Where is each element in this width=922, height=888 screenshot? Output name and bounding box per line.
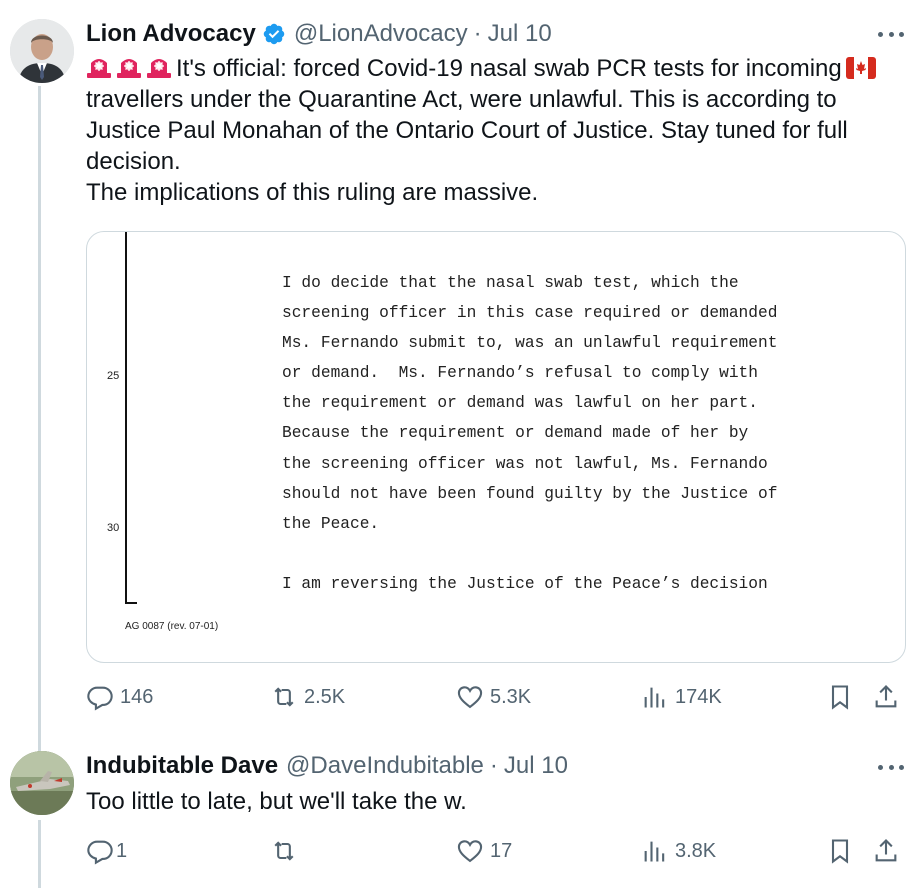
- like-count: 5.3K: [490, 685, 532, 708]
- tweet-actions: 1 17 3.8K: [86, 834, 906, 868]
- tweet-date[interactable]: Jul 10: [504, 752, 568, 780]
- tweet-date[interactable]: Jul 10: [488, 20, 552, 48]
- author-handle[interactable]: @DaveIndubitable: [286, 752, 484, 780]
- view-count: 174K: [675, 685, 722, 708]
- tweet-header: Indubitable Dave @DaveIndubitable · Jul …: [86, 750, 568, 782]
- avatar-photo: [10, 19, 74, 83]
- separator-dot: ·: [473, 20, 482, 47]
- reply-button[interactable]: 146: [86, 680, 153, 714]
- heart-icon: [457, 686, 483, 709]
- canada-flag-emoji: [845, 57, 876, 79]
- document-line: screening officer in this case required …: [282, 304, 778, 323]
- heart-icon: [457, 840, 483, 863]
- repost-button[interactable]: [270, 834, 304, 868]
- author-name[interactable]: Lion Advocacy: [86, 20, 256, 48]
- tweet-text-body: travellers under the Quarantine Act, wer…: [86, 86, 848, 175]
- repost-icon: [274, 687, 294, 707]
- reply-button[interactable]: 1: [86, 834, 127, 868]
- view-count: 3.8K: [675, 839, 717, 862]
- thread-connector-line: [38, 86, 41, 752]
- document-margin-rule: [125, 232, 127, 604]
- document-line: Because the requirement or demand made o…: [282, 424, 749, 443]
- author-handle[interactable]: @LionAdvocacy: [294, 20, 468, 48]
- document-line-number: 30: [107, 522, 120, 534]
- like-button[interactable]: 5.3K: [456, 680, 531, 714]
- views-chart-icon: [644, 687, 665, 708]
- more-icon[interactable]: [878, 28, 904, 40]
- reply-icon: [87, 840, 113, 865]
- document-line-number: 25: [107, 370, 120, 382]
- document-line: I am reversing the Justice of the Peace’…: [282, 574, 768, 593]
- tweet-header: Lion Advocacy @LionAdvocacy · Jul 10: [86, 18, 552, 50]
- tweet-text: Too little to late, but we'll take the w…: [86, 788, 467, 815]
- more-icon[interactable]: [878, 761, 904, 773]
- document-line: or demand. Ms. Fernando’s refusal to com…: [282, 364, 758, 383]
- reply-count: 146: [120, 685, 154, 708]
- repost-count: 2.5K: [304, 685, 346, 708]
- tweet-text-conclusion: The implications of this ruling are mass…: [86, 179, 539, 206]
- rotating-light-emoji: [87, 59, 111, 78]
- share-button[interactable]: [872, 834, 900, 868]
- repost-icon: [274, 841, 294, 861]
- share-icon: [875, 839, 897, 862]
- views-button[interactable]: 174K: [641, 680, 722, 714]
- views-chart-icon: [644, 841, 665, 862]
- share-icon: [875, 685, 897, 708]
- document-line: the requirement or demand was lawful on …: [282, 394, 758, 413]
- document-line: should not have been found guilty by the…: [282, 484, 778, 503]
- bookmark-icon: [831, 839, 849, 864]
- reply-icon: [87, 686, 113, 711]
- views-button[interactable]: 3.8K: [641, 834, 716, 868]
- separator-dot: ·: [489, 752, 498, 779]
- document-line: the screening officer was not lawful, Ms…: [282, 454, 768, 473]
- bookmark-icon: [831, 685, 849, 710]
- rotating-light-emoji: [117, 59, 141, 78]
- document-line: I do decide that the nasal swab test, wh…: [282, 274, 739, 292]
- document-form-code: AG 0087 (rev. 07-01): [125, 621, 219, 632]
- like-button[interactable]: 17: [456, 834, 512, 868]
- avatar[interactable]: [10, 751, 74, 815]
- document-text: I do decide that the nasal swab test, wh…: [282, 268, 777, 599]
- tweet-text: It's official: forced Covid-19 nasal swa…: [86, 53, 886, 208]
- verified-badge-icon: [262, 22, 286, 46]
- avatar-photo: [10, 751, 74, 815]
- avatar[interactable]: [10, 19, 74, 83]
- bookmark-button[interactable]: [826, 680, 854, 714]
- repost-button[interactable]: 2.5K: [270, 680, 345, 714]
- document-line: Ms. Fernando submit to, was an unlawful …: [282, 334, 778, 353]
- reply-count: 1: [116, 839, 128, 862]
- tweet-text-line: It's official: forced Covid-19 nasal swa…: [176, 55, 842, 82]
- tweet-actions: 146 2.5K 5.3K 174K: [86, 680, 906, 714]
- author-name[interactable]: Indubitable Dave: [86, 752, 278, 780]
- document-margin-tick: [125, 602, 137, 604]
- like-count: 17: [490, 839, 513, 862]
- rotating-light-emoji: [147, 59, 171, 78]
- share-button[interactable]: [872, 680, 900, 714]
- bookmark-button[interactable]: [826, 834, 854, 868]
- document-line: the Peace.: [282, 514, 380, 533]
- attached-document-image[interactable]: 25 30 I do decide that the nasal swab te…: [86, 231, 906, 663]
- thread-connector-line: [38, 820, 41, 888]
